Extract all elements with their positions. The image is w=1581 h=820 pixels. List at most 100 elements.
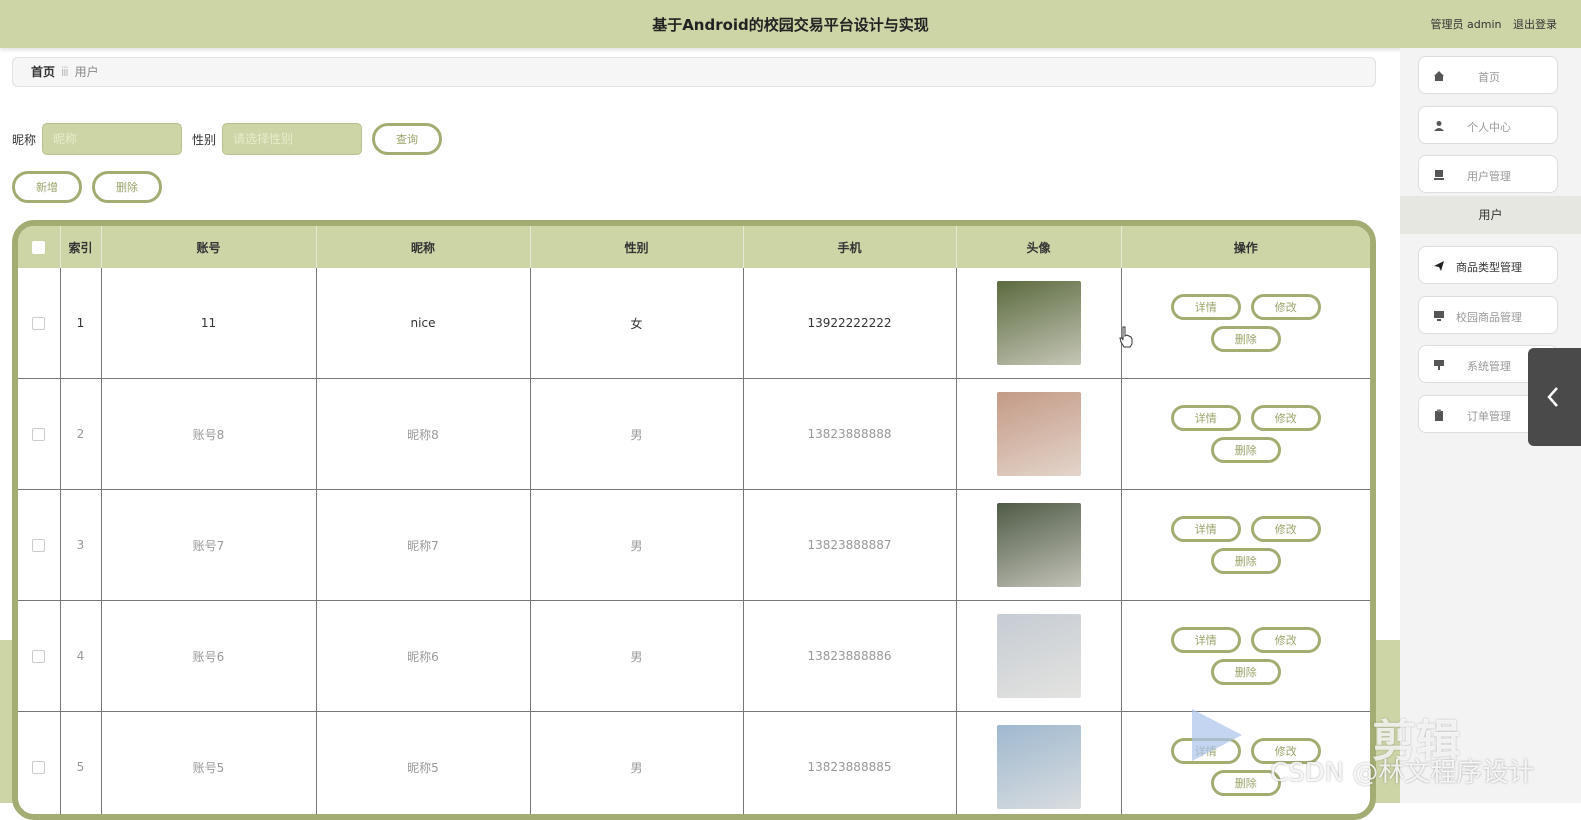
cell-index: 5 [60,712,101,820]
edit-button[interactable]: 修改 [1251,405,1321,431]
top-bar: 基于Android的校园交易平台设计与实现 管理员 admin 退出登录 [0,0,1581,48]
sidebar-item-label: 用户管理 [1419,168,1559,184]
cell-nickname: 昵称8 [316,379,530,490]
sidebar-collapse-toggle[interactable] [1528,348,1581,446]
header-index: 索引 [60,226,101,268]
breadcrumb-current: 用户 [75,65,99,79]
row-checkbox-cell [18,379,60,490]
cell-avatar [956,268,1121,379]
cell-gender: 男 [530,712,743,820]
avatar-image [997,503,1081,587]
cell-account: 账号8 [101,379,316,490]
row-checkbox[interactable] [32,428,45,441]
edit-button[interactable]: 修改 [1251,627,1321,653]
header-gender: 性别 [530,226,743,268]
nickname-input[interactable] [42,123,182,155]
row-checkbox-cell [18,490,60,601]
breadcrumb: 首页 ⅲ 用户 [12,57,1376,87]
add-button[interactable]: 新增 [12,171,82,203]
delete-button[interactable]: 删除 [1211,659,1281,685]
user-info: 管理员 admin 退出登录 [1423,16,1557,32]
logout-link[interactable]: 退出登录 [1513,18,1557,31]
cell-account: 11 [101,268,316,379]
header-avatar: 头像 [956,226,1121,268]
sidebar-item-home[interactable]: 首页 [1418,56,1558,94]
table-row: 1 11 nice 女 13922222222 详情 修改 删除 [18,268,1370,379]
query-button[interactable]: 查询 [372,123,442,155]
cell-nickname: 昵称7 [316,490,530,601]
select-all-cell [18,226,60,268]
table-row: 5 账号5 昵称5 男 13823888885 详情 修改 删除 [18,712,1370,820]
cell-phone: 13922222222 [743,268,956,379]
cell-phone: 13823888888 [743,379,956,490]
table-header-row: 索引 账号 昵称 性别 手机 头像 操作 [18,226,1370,268]
cell-nickname: 昵称5 [316,712,530,820]
avatar-image [997,614,1081,698]
cell-actions: 详情 修改 删除 [1121,268,1370,379]
cell-actions: 详情 修改 删除 [1121,490,1370,601]
breadcrumb-separator: ⅲ [61,65,69,79]
sidebar-subitem-users[interactable]: 用户 [1400,196,1581,234]
delete-button[interactable]: 删除 [1211,326,1281,352]
cell-index: 2 [60,379,101,490]
row-checkbox[interactable] [32,539,45,552]
chevron-left-icon [1528,348,1581,446]
sidebar-item-user-management[interactable]: 用户管理 [1418,155,1558,193]
search-form: 昵称 性别 查询 [12,122,442,156]
cell-gender: 男 [530,601,743,712]
detail-button[interactable]: 详情 [1171,294,1241,320]
row-checkbox[interactable] [32,317,45,330]
header-actions: 操作 [1121,226,1370,268]
row-checkbox-cell [18,601,60,712]
row-checkbox-cell [18,268,60,379]
cell-nickname: nice [316,268,530,379]
sidebar-item-campus-products[interactable]: 校园商品管理 [1418,296,1558,334]
user-table: 索引 账号 昵称 性别 手机 头像 操作 1 11 nice 女 1392222… [12,220,1376,820]
cell-nickname: 昵称6 [316,601,530,712]
nickname-label: 昵称 [12,131,36,148]
cell-gender: 女 [530,268,743,379]
sidebar-item-label: 首页 [1419,69,1559,85]
breadcrumb-home[interactable]: 首页 [31,65,55,79]
detail-button[interactable]: 详情 [1171,627,1241,653]
delete-button[interactable]: 删除 [1211,548,1281,574]
delete-button[interactable]: 删除 [1211,437,1281,463]
row-checkbox-cell [18,712,60,820]
cell-account: 账号7 [101,490,316,601]
hand-cursor-icon [1118,326,1134,348]
play-logo-icon [1188,705,1248,765]
detail-button[interactable]: 详情 [1171,405,1241,431]
header-phone: 手机 [743,226,956,268]
batch-delete-button[interactable]: 删除 [92,171,162,203]
cell-index: 3 [60,490,101,601]
row-checkbox[interactable] [32,650,45,663]
cell-phone: 13823888887 [743,490,956,601]
select-all-checkbox[interactable] [32,241,45,254]
sidebar-item-product-type[interactable]: 商品类型管理 [1418,246,1558,284]
cell-account: 账号5 [101,712,316,820]
edit-button[interactable]: 修改 [1251,294,1321,320]
cell-gender: 男 [530,490,743,601]
cell-index: 4 [60,601,101,712]
row-checkbox[interactable] [32,761,45,774]
cell-phone: 13823888885 [743,712,956,820]
cell-gender: 男 [530,379,743,490]
sidebar-item-personal-center[interactable]: 个人中心 [1418,106,1558,144]
sidebar-item-label: 个人中心 [1419,119,1559,135]
cell-avatar [956,379,1121,490]
cell-avatar [956,601,1121,712]
avatar-image [997,281,1081,365]
edit-button[interactable]: 修改 [1251,516,1321,542]
header-nickname: 昵称 [316,226,530,268]
watermark-text: CSDN @林文程序设计 [1270,752,1534,789]
gender-select[interactable] [222,123,362,155]
table-row: 2 账号8 昵称8 男 13823888888 详情 修改 删除 [18,379,1370,490]
cell-actions: 详情 修改 删除 [1121,379,1370,490]
table-row: 4 账号6 昵称6 男 13823888886 详情 修改 删除 [18,601,1370,712]
detail-button[interactable]: 详情 [1171,516,1241,542]
cell-actions: 详情 修改 删除 [1121,601,1370,712]
cell-avatar [956,490,1121,601]
avatar-image [997,392,1081,476]
avatar-image [997,725,1081,809]
cell-phone: 13823888886 [743,601,956,712]
